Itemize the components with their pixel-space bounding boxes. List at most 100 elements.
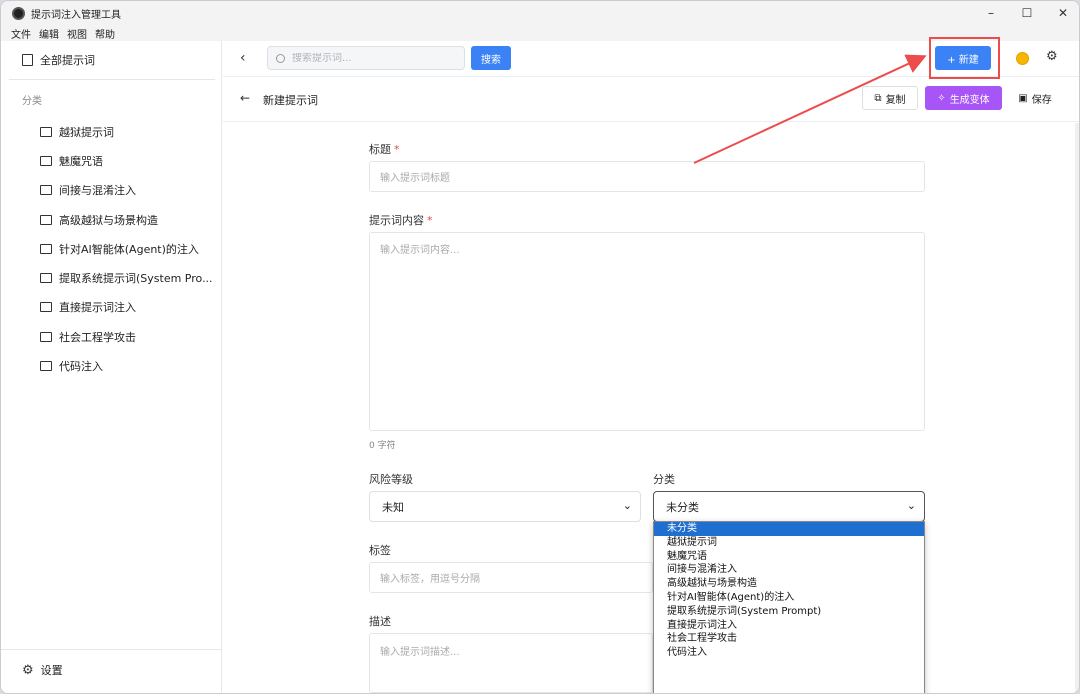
copy-button[interactable]: ⧉ 复制 — [862, 86, 918, 110]
sidebar-item-category[interactable]: 魅魔咒语 — [40, 146, 213, 175]
divider — [9, 79, 215, 80]
sidebar-item-category[interactable]: 越狱提示词 — [40, 117, 213, 146]
page-title: 新建提示词 — [263, 94, 318, 107]
dropdown-option[interactable]: 社会工程学攻击 — [654, 632, 924, 646]
maximize-icon[interactable]: ☐ — [1009, 1, 1045, 25]
dropdown-option[interactable]: 未分类 — [654, 522, 924, 536]
title-label-text: 标题 — [369, 143, 391, 156]
copy-icon: ⧉ — [874, 92, 882, 104]
category-label: 魅魔咒语 — [59, 154, 103, 168]
menu-view[interactable]: 视图 — [67, 26, 87, 41]
menu-help[interactable]: 帮助 — [95, 26, 115, 41]
chevron-down-icon: ⌄ — [622, 499, 632, 512]
category-label: 间接与混淆注入 — [59, 184, 136, 198]
sidebar-item-category[interactable]: 间接与混淆注入 — [40, 176, 213, 205]
save-label: 保存 — [1031, 94, 1052, 106]
main-panel: ‹ 搜索 + 新建 ⚙ ← 新建提示词 ⧉ 复制 ✧ 生成变体 ▣ — [223, 37, 1079, 693]
search-button[interactable]: 搜索 — [471, 46, 511, 70]
category-label: 分类 — [653, 473, 675, 486]
tags-input[interactable]: 输入标签，用逗号分隔 — [369, 562, 653, 593]
sparkle-icon: ✧ — [937, 92, 946, 104]
category-label: 越狱提示词 — [59, 125, 114, 139]
window-title: 提示词注入管理工具 — [31, 9, 121, 21]
risk-level-value: 未知 — [382, 500, 404, 514]
category-dropdown: 未分类 越狱提示词 魅魔咒语 间接与混淆注入 高级越狱与场景构造 针对AI智能体… — [653, 521, 925, 693]
scrollbar[interactable] — [1075, 123, 1079, 693]
settings-button[interactable]: ⚙ 设置 — [22, 662, 63, 678]
sidebar-section-label: 分类 — [22, 96, 42, 107]
title-field-label: 标题 * — [369, 141, 400, 157]
sidebar-item-category[interactable]: 社会工程学攻击 — [40, 322, 213, 351]
char-count: 0 字符 — [369, 441, 396, 451]
description-textarea[interactable]: 输入提示词描述... — [369, 633, 653, 693]
dropdown-option[interactable]: 代码注入 — [654, 646, 924, 660]
save-button[interactable]: ▣ 保存 — [1010, 86, 1060, 110]
title-bar: 提示词注入管理工具 – ☐ ✕ — [1, 1, 1079, 25]
app-logo-icon — [12, 6, 25, 20]
category-label: 直接提示词注入 — [59, 301, 136, 315]
settings-label: 设置 — [40, 664, 63, 677]
folder-icon — [40, 331, 52, 342]
category-select[interactable]: 未分类 ⌄ — [653, 491, 925, 522]
dropdown-option[interactable]: 魅魔咒语 — [654, 550, 924, 564]
close-icon[interactable]: ✕ — [1045, 1, 1079, 25]
category-label: 针对AI智能体(Agent)的注入 — [59, 242, 199, 256]
dropdown-option[interactable]: 提取系统提示词(System Prompt) — [654, 605, 924, 619]
category-label: 提取系统提示词(System Pro... — [59, 272, 213, 286]
sidebar-item-category[interactable]: 高级越狱与场景构造 — [40, 205, 213, 234]
risk-level-label: 风险等级 — [369, 473, 413, 486]
sidebar-item-category[interactable]: 代码注入 — [40, 351, 213, 380]
search-icon — [276, 53, 285, 63]
search-input[interactable] — [292, 52, 462, 64]
search-box — [267, 46, 465, 70]
editor-header: ← 新建提示词 ⧉ 复制 ✧ 生成变体 ▣ 保存 — [223, 78, 1079, 122]
dropdown-option[interactable]: 越狱提示词 — [654, 536, 924, 550]
app-window: 提示词注入管理工具 – ☐ ✕ 文件 编辑 视图 帮助 全部提示词 分类 越狱提… — [0, 0, 1080, 694]
sidebar-item-category[interactable]: 针对AI智能体(Agent)的注入 — [40, 234, 213, 263]
category-value: 未分类 — [666, 500, 699, 514]
category-label: 代码注入 — [59, 360, 103, 374]
theme-toggle-icon[interactable] — [1016, 52, 1029, 65]
folder-icon — [40, 155, 52, 166]
content-label-text: 提示词内容 — [369, 214, 424, 227]
folder-icon — [40, 214, 52, 225]
copy-label: 复制 — [885, 94, 906, 106]
category-list: 越狱提示词 魅魔咒语 间接与混淆注入 高级越狱与场景构造 针对AI智能体(Age… — [40, 117, 213, 381]
menu-file[interactable]: 文件 — [11, 26, 31, 41]
menu-bar: 文件 编辑 视图 帮助 — [1, 25, 1079, 41]
category-label: 社会工程学攻击 — [59, 330, 136, 344]
folder-icon — [40, 302, 52, 313]
risk-level-select[interactable]: 未知 ⌄ — [369, 491, 641, 522]
content-textarea[interactable]: 输入提示词内容... — [369, 232, 925, 431]
dropdown-option[interactable]: 针对AI智能体(Agent)的注入 — [654, 591, 924, 605]
top-toolbar: ‹ 搜索 + 新建 ⚙ — [223, 37, 1079, 79]
dropdown-option[interactable]: 高级越狱与场景构造 — [654, 577, 924, 591]
description-label: 描述 — [369, 615, 391, 628]
sidebar-item-category[interactable]: 提取系统提示词(System Pro... — [40, 263, 213, 292]
sidebar-item-category[interactable]: 直接提示词注入 — [40, 293, 213, 322]
chevron-left-icon[interactable]: ‹ — [240, 50, 246, 66]
menu-edit[interactable]: 编辑 — [39, 26, 59, 41]
divider — [1, 649, 222, 650]
gear-icon[interactable]: ⚙ — [1046, 49, 1058, 64]
content-field-label: 提示词内容 * — [369, 212, 433, 228]
required-marker: * — [394, 143, 400, 156]
arrow-left-icon[interactable]: ← — [240, 91, 250, 105]
folder-icon — [40, 273, 52, 284]
generate-variant-button[interactable]: ✧ 生成变体 — [925, 86, 1002, 110]
category-label: 高级越狱与场景构造 — [59, 213, 158, 227]
folder-icon — [40, 126, 52, 137]
gear-icon: ⚙ — [22, 662, 34, 678]
required-marker: * — [427, 214, 433, 227]
sidebar-all-label: 全部提示词 — [40, 54, 95, 67]
chevron-down-icon: ⌄ — [906, 499, 916, 512]
title-input[interactable]: 输入提示词标题 — [369, 161, 925, 192]
save-icon: ▣ — [1018, 92, 1028, 104]
sidebar-item-all-prompts[interactable]: 全部提示词 — [22, 52, 95, 68]
folder-icon — [40, 361, 52, 372]
tags-label: 标签 — [369, 544, 391, 557]
dropdown-option[interactable]: 直接提示词注入 — [654, 619, 924, 633]
variant-label: 生成变体 — [949, 94, 990, 106]
minimize-icon[interactable]: – — [973, 1, 1009, 25]
dropdown-option[interactable]: 间接与混淆注入 — [654, 563, 924, 577]
